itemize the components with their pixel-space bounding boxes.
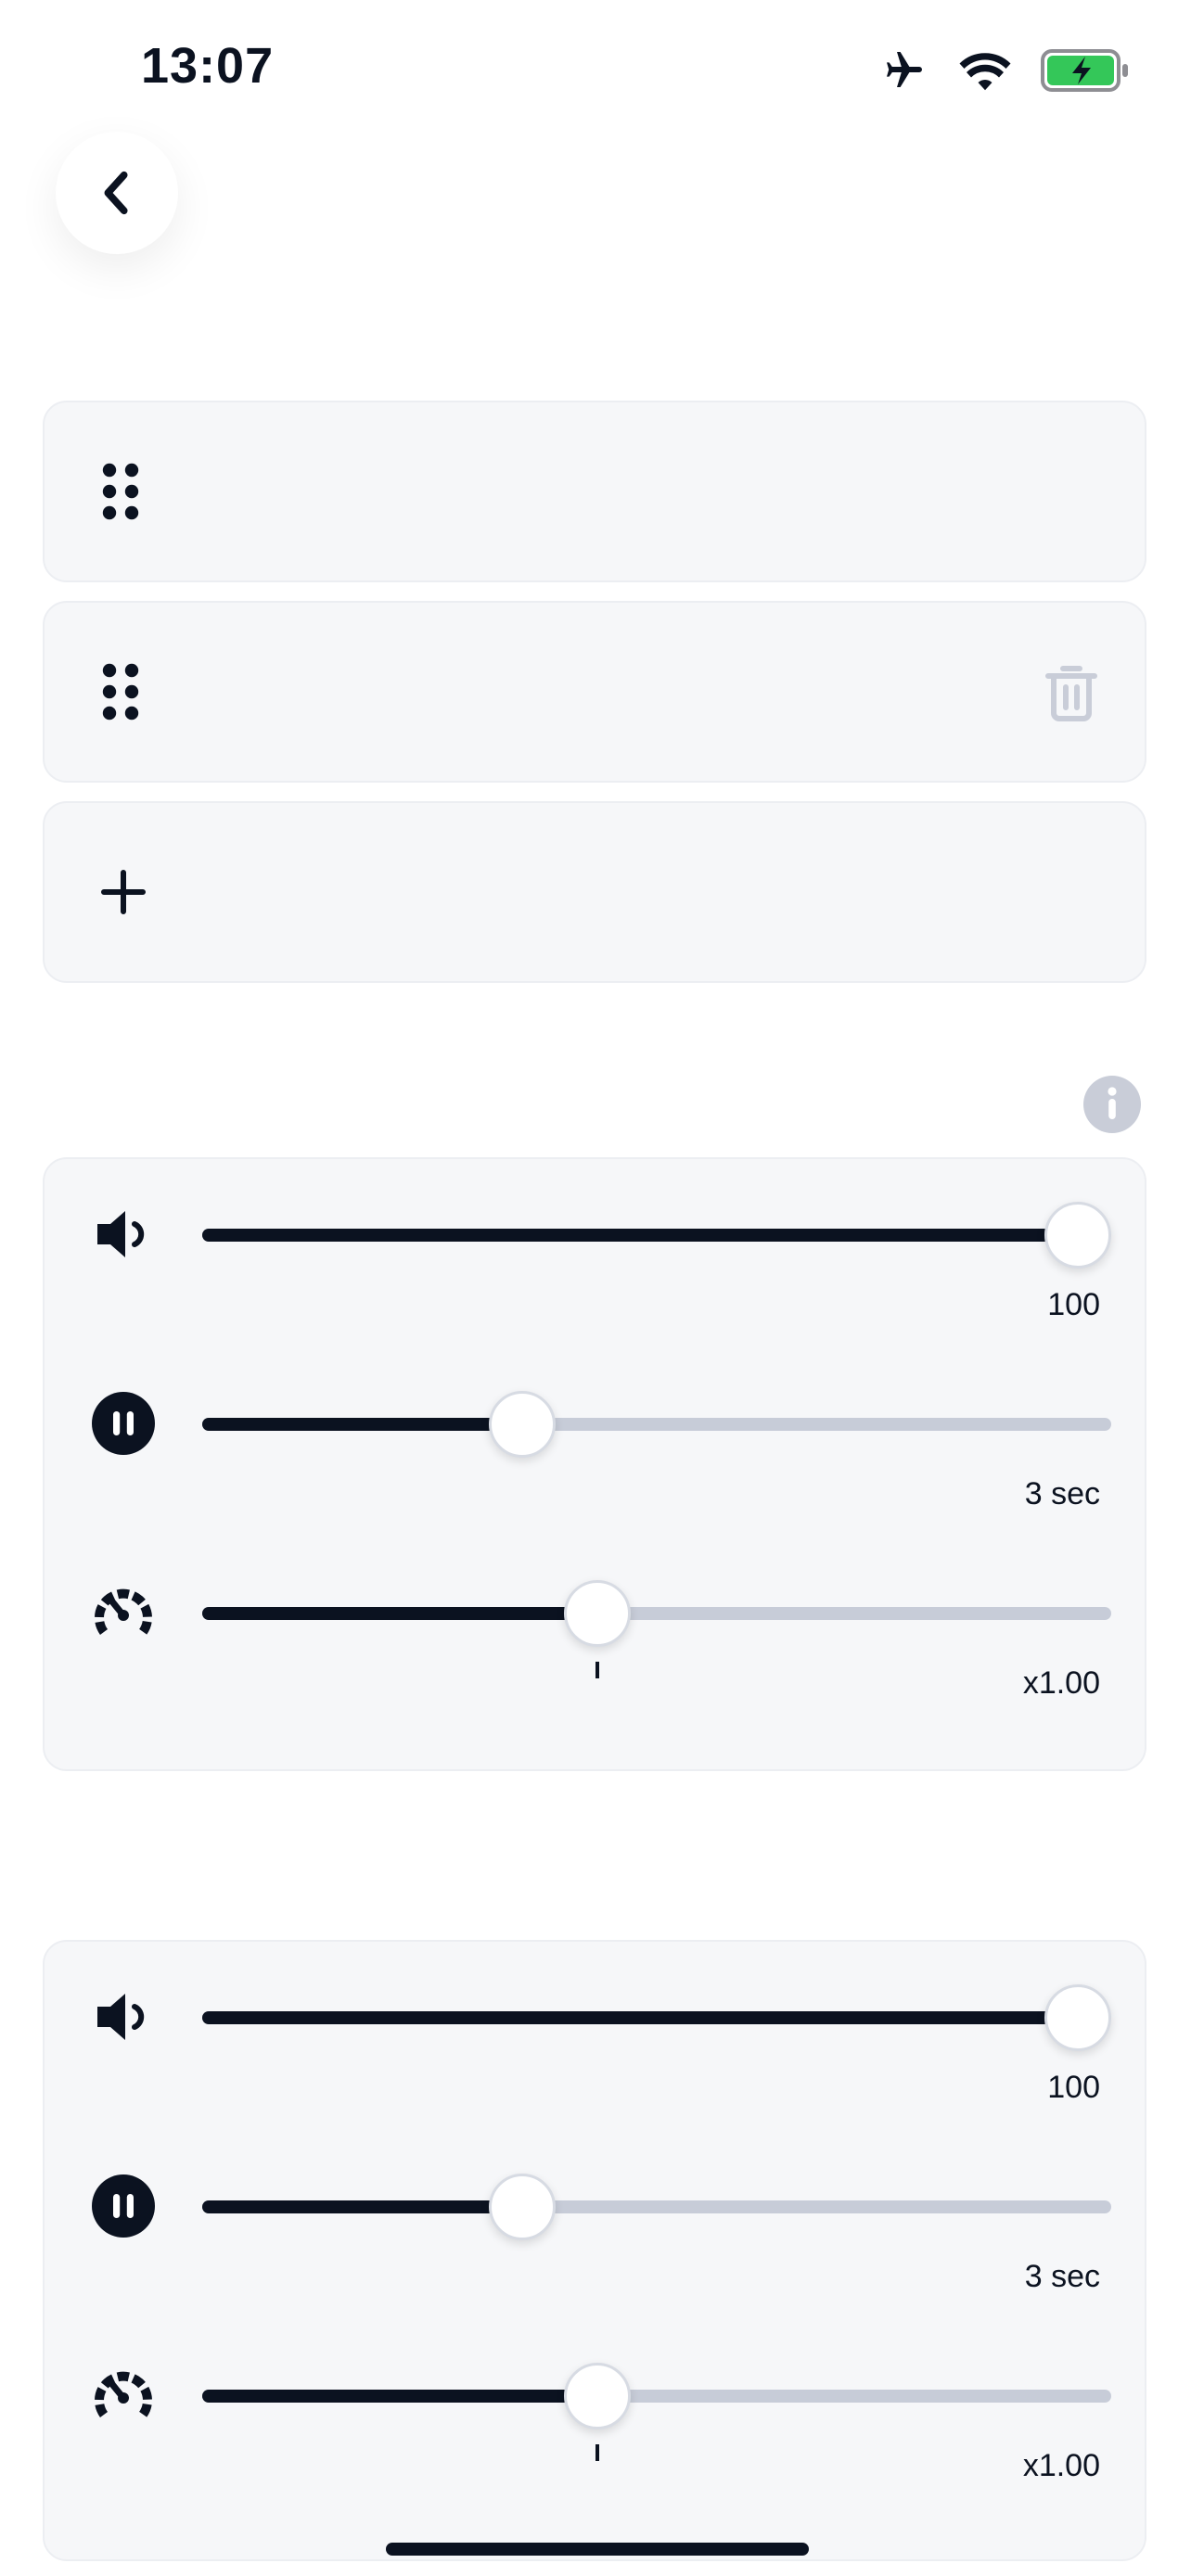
info-icon[interactable] bbox=[1083, 1076, 1141, 1133]
speed-slider-row: x1.00 bbox=[45, 2363, 1145, 2548]
speed-value: x1.00 bbox=[1022, 2448, 1100, 2483]
home-indicator bbox=[386, 2543, 809, 2556]
pause-fill bbox=[202, 2200, 522, 2213]
list-item[interactable] bbox=[43, 601, 1146, 783]
settings-card: 100 3 sec x1.00 bbox=[43, 1940, 1146, 2561]
speaker-icon bbox=[91, 1202, 156, 1267]
back-button[interactable] bbox=[56, 132, 178, 254]
status-icons bbox=[877, 43, 1130, 98]
speed-fill bbox=[202, 2390, 598, 2403]
volume-knob[interactable] bbox=[1044, 1984, 1111, 2051]
speed-slider-row: x1.00 bbox=[45, 1580, 1145, 1766]
battery-charging-icon bbox=[1041, 49, 1128, 92]
plus-icon bbox=[101, 870, 146, 914]
speaker-icon bbox=[91, 1984, 156, 2049]
speed-default-tick bbox=[596, 2444, 600, 2461]
speed-fill bbox=[202, 1607, 598, 1620]
pause-slider-row: 3 sec bbox=[45, 2174, 1145, 2359]
volume-slider-row: 100 bbox=[45, 1202, 1145, 1387]
status-time: 13:07 bbox=[141, 38, 275, 94]
volume-value: 100 bbox=[1047, 2070, 1100, 2105]
drag-handle-icon[interactable] bbox=[100, 461, 141, 522]
volume-fill bbox=[202, 1229, 1078, 1242]
pause-knob[interactable] bbox=[488, 1391, 556, 1458]
volume-knob[interactable] bbox=[1044, 1202, 1111, 1269]
drag-handle-icon[interactable] bbox=[100, 661, 141, 722]
wifi-icon bbox=[959, 53, 1011, 91]
pause-value: 3 sec bbox=[1024, 1476, 1100, 1511]
chevron-left-icon bbox=[104, 171, 128, 215]
speed-value: x1.00 bbox=[1022, 1665, 1100, 1701]
pause-slider-row: 3 sec bbox=[45, 1391, 1145, 1576]
pause-icon bbox=[91, 1391, 156, 1456]
speedometer-icon bbox=[91, 2363, 156, 2428]
list-item[interactable] bbox=[43, 401, 1146, 582]
pause-fill bbox=[202, 1418, 522, 1431]
volume-slider-row: 100 bbox=[45, 1984, 1145, 2170]
pause-icon bbox=[91, 2174, 156, 2238]
speedometer-icon bbox=[91, 1580, 156, 1645]
speed-knob[interactable] bbox=[564, 2363, 632, 2429]
airplane-icon bbox=[887, 52, 922, 87]
trash-icon[interactable] bbox=[1043, 661, 1100, 722]
add-row[interactable] bbox=[43, 801, 1146, 983]
speed-default-tick bbox=[596, 1662, 600, 1678]
settings-card: 100 3 sec x1.00 bbox=[43, 1157, 1146, 1771]
pause-knob[interactable] bbox=[488, 2174, 556, 2240]
speed-knob[interactable] bbox=[564, 1580, 632, 1647]
volume-fill bbox=[202, 2011, 1078, 2024]
pause-value: 3 sec bbox=[1024, 2259, 1100, 2294]
volume-value: 100 bbox=[1047, 1287, 1100, 1322]
